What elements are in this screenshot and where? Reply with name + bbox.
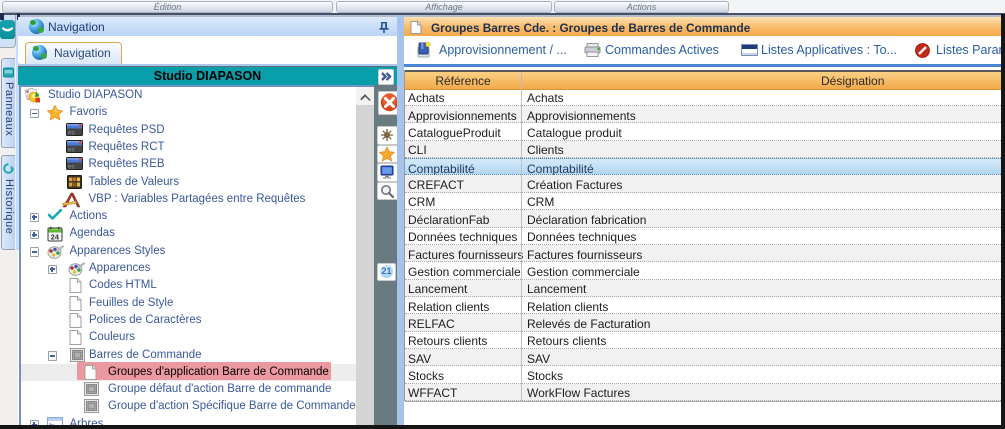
svg-text:ec: ec: [68, 164, 76, 171]
svg-text:ec: ec: [68, 129, 76, 136]
svg-text:24: 24: [51, 233, 60, 242]
svg-text:ec: ec: [68, 146, 76, 153]
